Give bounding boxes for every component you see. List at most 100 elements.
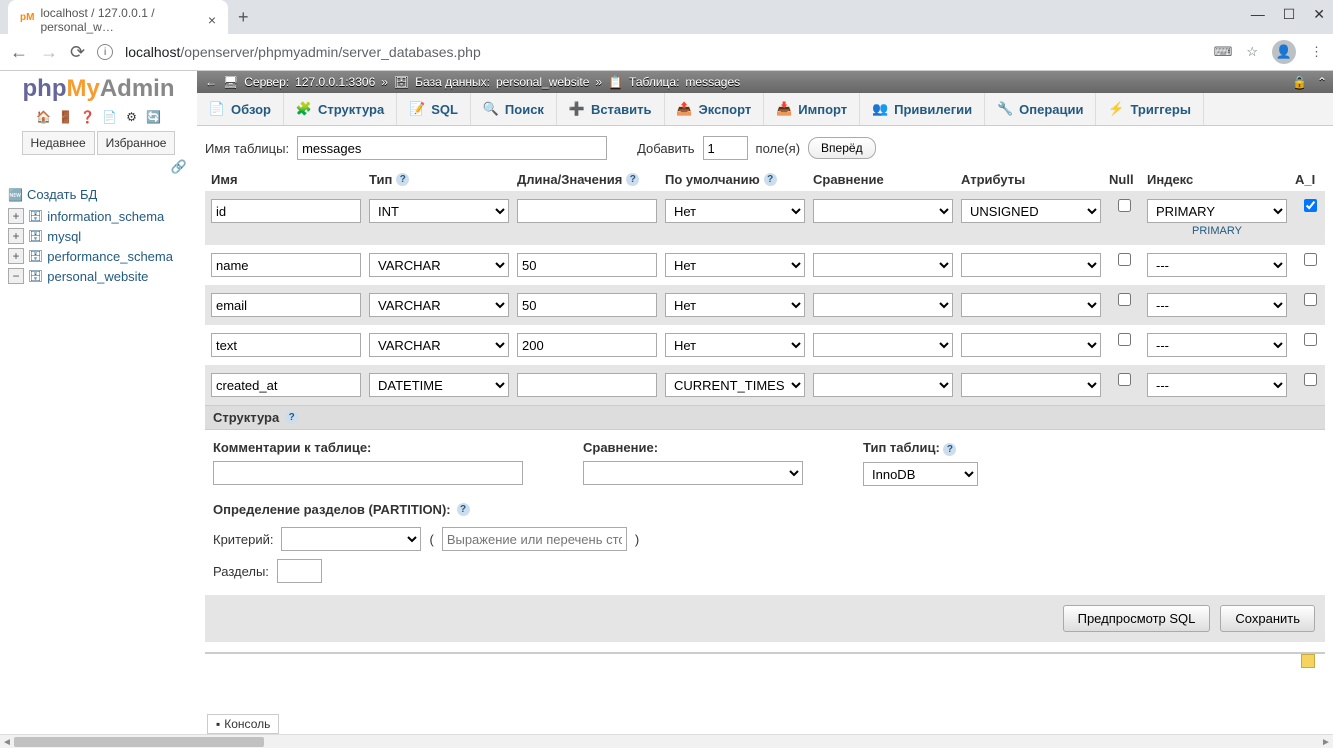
create-db-link[interactable]: 🆕 Создать БД — [8, 183, 189, 206]
column-null-checkbox[interactable] — [1118, 293, 1131, 306]
column-name-input[interactable] — [211, 293, 361, 317]
column-default-select[interactable]: CURRENT_TIMESTAMP — [665, 373, 805, 397]
menu-icon[interactable]: ⋮ — [1310, 44, 1323, 60]
new-tab-button[interactable]: + — [238, 7, 249, 28]
settings-icon[interactable]: ⚙ — [124, 109, 140, 125]
reload-icon[interactable]: ⟳ — [70, 42, 85, 63]
column-ai-checkbox[interactable] — [1304, 199, 1317, 212]
tab-structure[interactable]: 🧩Структура — [284, 93, 397, 125]
browser-tab[interactable]: pM localhost / 127.0.0.1 / personal_w… × — [8, 0, 228, 40]
column-index-select[interactable]: PRIMARY — [1147, 199, 1287, 223]
tab-close-icon[interactable]: × — [208, 12, 216, 28]
column-ai-checkbox[interactable] — [1304, 253, 1317, 266]
column-default-select[interactable]: Нет — [665, 293, 805, 317]
column-name-input[interactable] — [211, 199, 361, 223]
account-icon[interactable]: 👤 — [1272, 40, 1296, 64]
breadcrumb-db[interactable]: personal_website — [496, 75, 589, 89]
link-icon[interactable]: 🔗 — [171, 159, 187, 175]
sidebar-tab-recent[interactable]: Недавнее — [22, 131, 95, 155]
table-comment-input[interactable] — [213, 461, 523, 485]
tab-search[interactable]: 🔍Поиск — [471, 93, 557, 125]
translate-icon[interactable]: ⌨ — [1214, 44, 1233, 60]
logout-icon[interactable]: 🚪 — [58, 109, 74, 125]
column-length-input[interactable] — [517, 373, 657, 397]
horizontal-scrollbar[interactable]: ◄ ► — [0, 734, 1333, 748]
add-columns-count[interactable] — [703, 136, 748, 160]
storage-engine-select[interactable]: InnoDB — [863, 462, 978, 486]
column-collation-select[interactable] — [813, 253, 953, 277]
column-index-select[interactable]: --- — [1147, 373, 1287, 397]
column-ai-checkbox[interactable] — [1304, 293, 1317, 306]
collapse-panel-icon[interactable]: ⌃ — [1317, 75, 1327, 89]
column-name-input[interactable] — [211, 253, 361, 277]
column-ai-checkbox[interactable] — [1304, 333, 1317, 346]
preview-sql-button[interactable]: Предпросмотр SQL — [1063, 605, 1211, 632]
sidebar-tab-favorites[interactable]: Избранное — [97, 131, 176, 155]
column-attributes-select[interactable] — [961, 293, 1101, 317]
help-icon[interactable]: ? — [285, 411, 298, 424]
column-name-input[interactable] — [211, 333, 361, 357]
column-index-select[interactable]: --- — [1147, 333, 1287, 357]
db-personal-website[interactable]: − 🗄 personal_website — [8, 266, 189, 286]
tab-sql[interactable]: 📝SQL — [397, 93, 471, 125]
column-type-select[interactable]: VARCHAR — [369, 253, 509, 277]
column-type-select[interactable]: INT — [369, 199, 509, 223]
docs-icon[interactable]: ❓ — [80, 109, 96, 125]
column-type-select[interactable]: DATETIME — [369, 373, 509, 397]
db-information-schema[interactable]: + 🗄 information_schema — [8, 206, 189, 226]
scroll-right-icon[interactable]: ► — [1319, 735, 1333, 748]
back-icon[interactable]: ← — [10, 42, 28, 63]
address-bar[interactable]: localhost/openserver/phpmyadmin/server_d… — [125, 44, 1201, 60]
column-length-input[interactable] — [517, 199, 657, 223]
column-default-select[interactable]: Нет — [665, 253, 805, 277]
db-mysql[interactable]: + 🗄 mysql — [8, 226, 189, 246]
column-type-select[interactable]: VARCHAR — [369, 293, 509, 317]
sql-icon[interactable]: 📄 — [102, 109, 118, 125]
tab-browse[interactable]: 📄Обзор — [197, 93, 284, 125]
column-ai-checkbox[interactable] — [1304, 373, 1317, 386]
column-null-checkbox[interactable] — [1118, 199, 1131, 212]
site-info-icon[interactable]: i — [97, 44, 113, 60]
tab-triggers[interactable]: ⚡Триггеры — [1096, 93, 1203, 125]
column-length-input[interactable] — [517, 333, 657, 357]
reload-nav-icon[interactable]: 🔄 — [146, 109, 162, 125]
table-collation-select[interactable] — [583, 461, 803, 485]
column-null-checkbox[interactable] — [1118, 253, 1131, 266]
table-name-input[interactable] — [297, 136, 607, 160]
column-index-select[interactable]: --- — [1147, 293, 1287, 317]
tab-import[interactable]: 📥Импорт — [764, 93, 860, 125]
column-collation-select[interactable] — [813, 293, 953, 317]
expand-icon[interactable]: + — [8, 228, 24, 244]
tab-privileges[interactable]: 👥Привилегии — [860, 93, 985, 125]
help-icon[interactable]: ? — [396, 173, 409, 186]
tab-export[interactable]: 📤Экспорт — [665, 93, 765, 125]
column-attributes-select[interactable] — [961, 373, 1101, 397]
breadcrumb-table[interactable]: messages — [685, 75, 740, 89]
tab-insert[interactable]: ➕Вставить — [557, 93, 665, 125]
tab-operations[interactable]: 🔧Операции — [985, 93, 1096, 125]
expand-icon[interactable]: + — [8, 208, 24, 224]
nav-back-icon[interactable]: ← — [205, 75, 217, 89]
column-null-checkbox[interactable] — [1118, 373, 1131, 386]
column-attributes-select[interactable]: UNSIGNED — [961, 199, 1101, 223]
column-attributes-select[interactable] — [961, 253, 1101, 277]
column-null-checkbox[interactable] — [1118, 333, 1131, 346]
help-icon[interactable]: ? — [626, 173, 639, 186]
column-name-input[interactable] — [211, 373, 361, 397]
column-index-select[interactable]: --- — [1147, 253, 1287, 277]
collapse-icon[interactable]: − — [8, 268, 24, 284]
scroll-thumb[interactable] — [14, 737, 264, 747]
column-length-input[interactable] — [517, 293, 657, 317]
partition-count-input[interactable] — [277, 559, 322, 583]
go-button[interactable]: Вперёд — [808, 137, 876, 159]
help-icon[interactable]: ? — [457, 503, 470, 516]
partition-criteria-select[interactable] — [281, 527, 421, 551]
forward-icon[interactable]: → — [40, 42, 58, 63]
scroll-left-icon[interactable]: ◄ — [0, 735, 14, 748]
bookmark-icon[interactable]: ☆ — [1246, 44, 1258, 60]
column-collation-select[interactable] — [813, 333, 953, 357]
column-attributes-select[interactable] — [961, 333, 1101, 357]
help-icon[interactable]: ? — [764, 173, 777, 186]
window-minimize-icon[interactable]: — — [1251, 6, 1265, 23]
column-default-select[interactable]: Нет — [665, 333, 805, 357]
